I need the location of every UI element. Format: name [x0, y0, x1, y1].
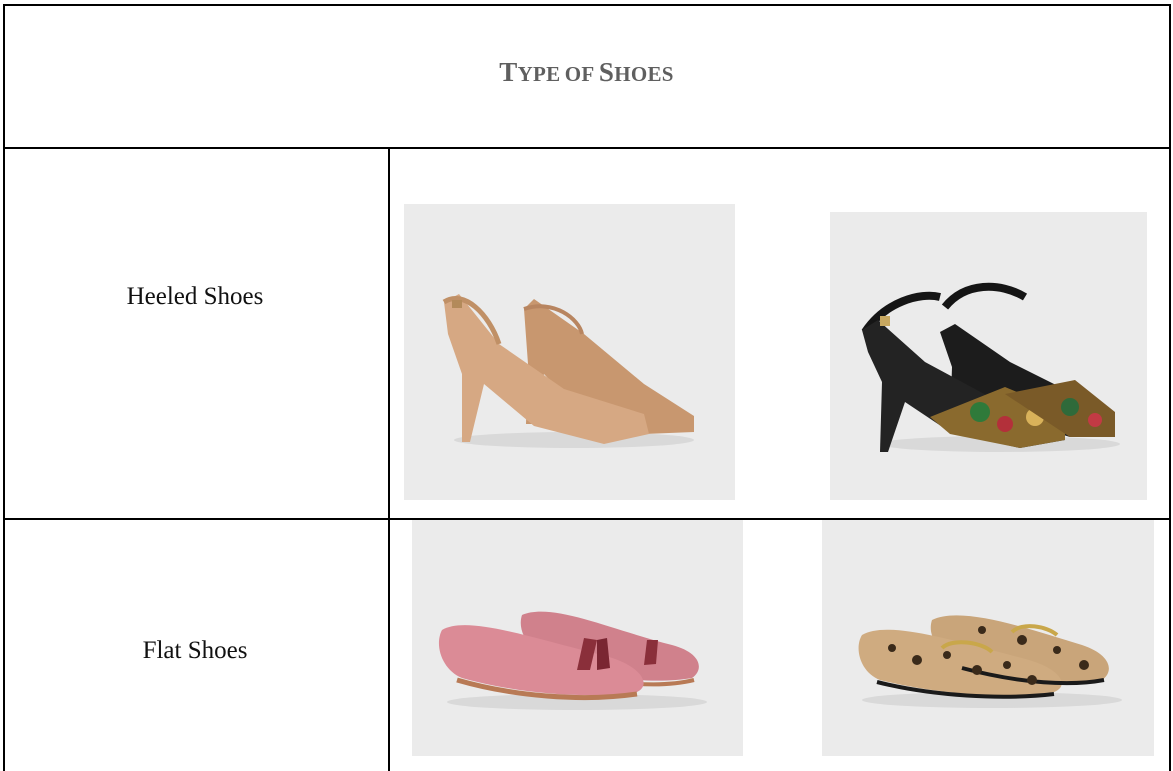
- table-title: Type of Shoes: [499, 57, 674, 87]
- nude-slingback-pumps-image: [404, 204, 735, 500]
- column-divider: [388, 147, 390, 771]
- row-label-flat: Flat Shoes: [142, 637, 248, 664]
- header-divider: [3, 147, 1171, 149]
- pink-tassel-loafers-image: [412, 520, 743, 756]
- shoe-types-table: Type of Shoes Heeled Shoes: [0, 0, 1173, 771]
- patterned-ankle-strap-heels-image: [830, 212, 1147, 500]
- table-border-top: [3, 4, 1171, 6]
- row-label-heeled: Heeled Shoes: [126, 283, 264, 310]
- table-border-right: [1169, 4, 1171, 771]
- leopard-print-loafers-image: [822, 520, 1154, 756]
